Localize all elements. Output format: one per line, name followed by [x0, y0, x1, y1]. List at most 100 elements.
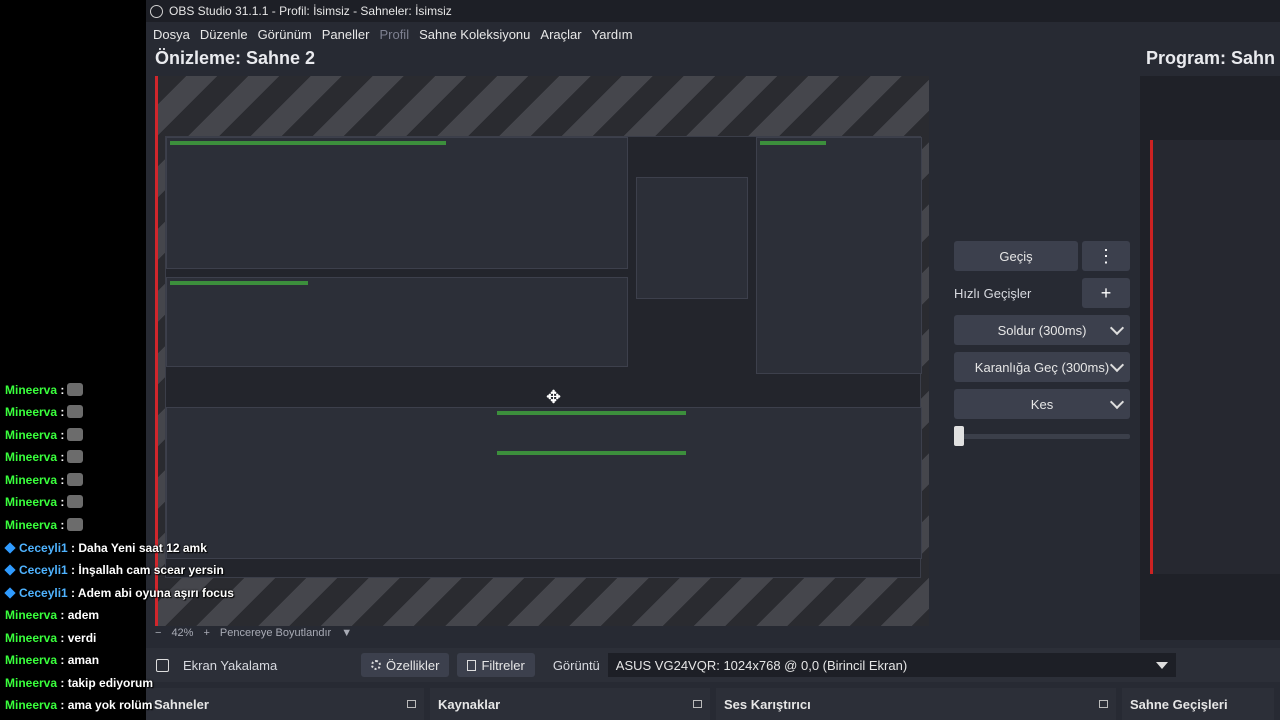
undock-icon[interactable] — [693, 700, 702, 708]
menu-gorunum[interactable]: Görünüm — [258, 27, 312, 42]
chat-username: Mineerva — [5, 518, 58, 532]
transition-button[interactable]: Geçiş — [954, 241, 1078, 271]
transition-panel: Geçiş ⋮ Hızlı Geçişler + Soldur (300ms) … — [954, 241, 1130, 446]
move-cursor-icon: ✥ — [546, 387, 562, 407]
chat-text: : adem — [60, 608, 100, 622]
source-toolbar: Ekran Yakalama Özellikler Filtreler Görü… — [146, 648, 1280, 682]
quick-transition-fade[interactable]: Soldur (300ms) — [954, 315, 1130, 345]
t-bar-slider[interactable] — [954, 426, 1130, 446]
chat-text: : takip ediyorum — [60, 676, 154, 690]
dock-audio-mixer[interactable]: Ses Karıştırıcı — [716, 688, 1116, 720]
chat-text: : ama yok rolüm — [60, 698, 153, 712]
badge-icon — [4, 542, 16, 554]
chat-username: Mineerva — [5, 473, 58, 487]
quick-transition-cut[interactable]: Kes — [954, 389, 1130, 419]
screen-capture-frame[interactable]: ✥ — [165, 136, 922, 578]
chat-text: : aman — [60, 653, 100, 667]
chat-text: : Adem abi oyuna aşırı focus — [71, 586, 234, 600]
menu-paneller[interactable]: Paneller — [322, 27, 370, 42]
chat-text: : — [60, 495, 65, 509]
quick-transitions-label: Hızlı Geçişler — [954, 285, 1032, 301]
properties-label: Özellikler — [386, 657, 440, 673]
chat-message: Mineerva : — [5, 405, 84, 419]
preview-status: − 42% + Pencereye Boyutlandır ▼ — [155, 626, 1115, 640]
program-output — [1150, 140, 1280, 574]
dock-headers: Sahneler Kaynaklar Ses Karıştırıcı Sahne… — [146, 688, 1280, 720]
dock-scene-transitions[interactable]: Sahne Geçişleri — [1122, 688, 1274, 720]
chat-message: Mineerva : — [5, 450, 84, 464]
chat-text: : — [60, 473, 65, 487]
chevron-down-icon — [1109, 357, 1125, 373]
emote-icon — [67, 450, 84, 463]
t-bar-track — [954, 434, 1130, 439]
emote-icon — [67, 495, 84, 508]
nested-program — [756, 137, 922, 374]
chat-username: Mineerva — [5, 676, 58, 690]
add-quick-transition-button[interactable]: + — [1082, 278, 1130, 308]
chat-message: Mineerva : — [5, 473, 84, 487]
emote-icon — [67, 428, 84, 441]
emote-icon — [67, 473, 84, 486]
undock-icon[interactable] — [1099, 700, 1108, 708]
display-label: Görüntü — [552, 657, 600, 673]
chat-username: Mineerva — [5, 428, 58, 442]
chat-message: Mineerva : aman — [5, 653, 99, 667]
chat-text: : verdi — [60, 631, 97, 645]
chat-message: Mineerva : — [5, 518, 84, 532]
gear-icon — [371, 660, 381, 670]
title-bar: OBS Studio 31.1.1 - Profil: İsimsiz - Sa… — [146, 0, 1280, 22]
obs-window: OBS Studio 31.1.1 - Profil: İsimsiz - Sa… — [146, 0, 1280, 720]
emote-icon — [67, 405, 84, 418]
chat-username: Mineerva — [5, 450, 58, 464]
emote-icon — [67, 518, 84, 531]
chat-username: Ceceyli1 — [19, 586, 68, 600]
program-canvas — [1140, 76, 1280, 640]
menu-yardim[interactable]: Yardım — [592, 27, 633, 42]
chevron-down-icon — [1109, 320, 1125, 336]
menu-araclar[interactable]: Araçlar — [540, 27, 581, 42]
chat-message: Ceceyli1 : Daha Yeni saat 12 amk — [4, 541, 207, 555]
dock-sources[interactable]: Kaynaklar — [430, 688, 710, 720]
resize-dropdown-icon[interactable]: ▼ — [341, 627, 352, 639]
chat-username: Mineerva — [5, 405, 58, 419]
properties-button[interactable]: Özellikler — [361, 653, 450, 677]
chat-username: Mineerva — [5, 608, 58, 622]
more-options-icon[interactable]: ⋮ — [1082, 241, 1130, 271]
chat-text: : — [60, 450, 65, 464]
chat-message: Mineerva : adem — [5, 608, 99, 622]
chat-username: Mineerva — [5, 698, 58, 712]
nested-bottom-panels — [166, 407, 922, 559]
menu-profil[interactable]: Profil — [379, 27, 409, 42]
display-select[interactable]: ASUS VG24VQR: 1024x768 @ 0,0 (Birincil E… — [607, 653, 1176, 677]
quick-transition-fade-to-black[interactable]: Karanlığa Geç (300ms) — [954, 352, 1130, 382]
chat-message: Mineerva : — [5, 383, 84, 397]
preview-canvas[interactable]: ✥ — [155, 76, 929, 626]
chat-message: Mineerva : takip ediyorum — [5, 676, 153, 690]
chat-message: Mineerva : — [5, 428, 84, 442]
chat-text: : — [60, 428, 65, 442]
menu-sahne-koleksiyonu[interactable]: Sahne Koleksiyonu — [419, 27, 530, 42]
chat-message: Mineerva : — [5, 495, 84, 509]
chat-text: : — [60, 405, 65, 419]
dock-mixer-title: Ses Karıştırıcı — [724, 696, 811, 712]
undock-icon[interactable] — [407, 700, 416, 708]
chevron-down-icon — [1109, 394, 1125, 410]
filters-button[interactable]: Filtreler — [457, 653, 535, 677]
chat-text: : Daha Yeni saat 12 amk — [71, 541, 207, 555]
quick-transition-black-label: Karanlığa Geç (300ms) — [974, 359, 1110, 375]
chat-username: Mineerva — [5, 383, 58, 397]
menu-bar: Dosya Düzenle Görünüm Paneller Profil Sa… — [146, 22, 1280, 46]
program-title: Program: Sahn — [1146, 48, 1276, 68]
quick-transition-cut-label: Kes — [1030, 396, 1054, 412]
t-bar-handle[interactable] — [954, 426, 964, 446]
chat-text: : — [60, 518, 65, 532]
dropdown-arrow-icon — [1155, 662, 1168, 669]
badge-icon — [4, 587, 16, 599]
badge-icon — [4, 564, 16, 576]
chat-message: Mineerva : ama yok rolüm — [5, 698, 152, 712]
chat-message: Ceceyli1 : Adem abi oyuna aşırı focus — [4, 586, 234, 600]
dock-sources-title: Kaynaklar — [438, 696, 501, 712]
chat-username: Mineerva — [5, 631, 58, 645]
chat-username: Ceceyli1 — [19, 563, 68, 577]
emote-icon — [67, 383, 84, 396]
